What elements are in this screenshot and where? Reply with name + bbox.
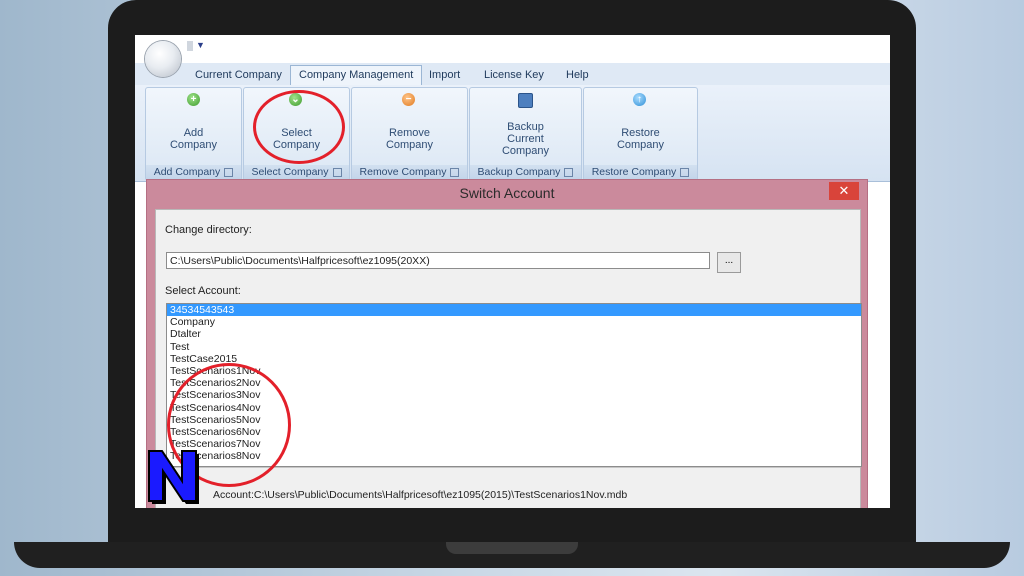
dialog-launcher-icon[interactable] — [450, 167, 460, 177]
group-label-remove-company: Remove Company — [352, 165, 467, 179]
group-label-backup-company: Backup Company — [470, 165, 581, 179]
select-account-label: Select Account: — [165, 285, 241, 297]
browse-button[interactable]: ... — [717, 252, 741, 273]
tab-company-management[interactable]: Company Management — [290, 65, 423, 86]
qat-separator — [187, 40, 193, 51]
group-label-select-company: Select Company — [244, 165, 349, 179]
group-label-add-company: Add Company — [146, 165, 241, 179]
list-item[interactable]: TestScenarios1Nov — [167, 365, 861, 377]
list-item[interactable]: Test — [167, 341, 861, 353]
ribbon: + Add Company Add Company ⌄ Select Compa… — [135, 85, 890, 182]
app-window: ▼ Current Company Company Management Imp… — [135, 35, 890, 508]
dialog-launcher-icon[interactable] — [224, 167, 234, 177]
dialog-launcher-icon[interactable] — [564, 167, 574, 177]
group-restore-company: ↑ Restore Company Restore Company — [583, 87, 698, 181]
list-item[interactable]: Company — [167, 316, 861, 328]
dialog-title: Switch Account — [459, 185, 555, 201]
close-button[interactable]: ✕ — [829, 182, 859, 200]
backup-company-label: Backup Current Company — [501, 121, 550, 157]
title-bar: ▼ — [135, 35, 890, 63]
channel-logo — [148, 450, 199, 504]
remove-company-label: Remove Company — [385, 127, 434, 151]
dialog-launcher-icon[interactable] — [332, 167, 342, 177]
restore-icon: ↑ — [633, 93, 646, 106]
directory-input[interactable]: C:\Users\Public\Documents\Halfpricesoft\… — [166, 252, 710, 269]
add-company-button[interactable]: + Add Company — [146, 88, 241, 164]
backup-company-button[interactable]: Backup Current Company — [470, 88, 581, 164]
account-path-status: Account:C:\Users\Public\Documents\Halfpr… — [213, 489, 628, 501]
tab-help[interactable]: Help — [566, 66, 589, 85]
remove-icon: − — [402, 93, 415, 106]
add-icon: + — [187, 93, 200, 106]
ribbon-tab-row: Current Company Company Management Impor… — [135, 63, 890, 86]
restore-company-label: Restore Company — [616, 127, 665, 151]
list-item[interactable]: 34534543543 — [167, 304, 861, 317]
change-directory-label: Change directory: — [165, 224, 252, 236]
group-backup-company: Backup Current Company Backup Company — [469, 87, 582, 181]
application-orb-button[interactable] — [145, 41, 181, 77]
restore-company-button[interactable]: ↑ Restore Company — [584, 88, 697, 164]
list-item[interactable]: Dtalter — [167, 328, 861, 340]
quick-access-toolbar[interactable]: ▼ — [187, 40, 205, 51]
group-remove-company: − Remove Company Remove Company — [351, 87, 468, 181]
remove-company-button[interactable]: − Remove Company — [352, 88, 467, 164]
tab-current-company[interactable]: Current Company — [195, 66, 282, 85]
list-item[interactable]: TestCase2015 — [167, 353, 861, 365]
tab-license-key[interactable]: License Key — [484, 66, 544, 85]
highlight-circle-select-company — [253, 90, 345, 164]
dialog-launcher-icon[interactable] — [680, 167, 690, 177]
save-icon — [518, 93, 533, 108]
group-label-restore-company: Restore Company — [584, 165, 697, 179]
laptop-notch — [446, 542, 578, 554]
group-add-company: + Add Company Add Company — [145, 87, 242, 181]
qat-dropdown-icon[interactable]: ▼ — [196, 40, 205, 50]
add-company-label: Add Company — [169, 127, 218, 151]
tab-import[interactable]: Import — [429, 66, 460, 85]
